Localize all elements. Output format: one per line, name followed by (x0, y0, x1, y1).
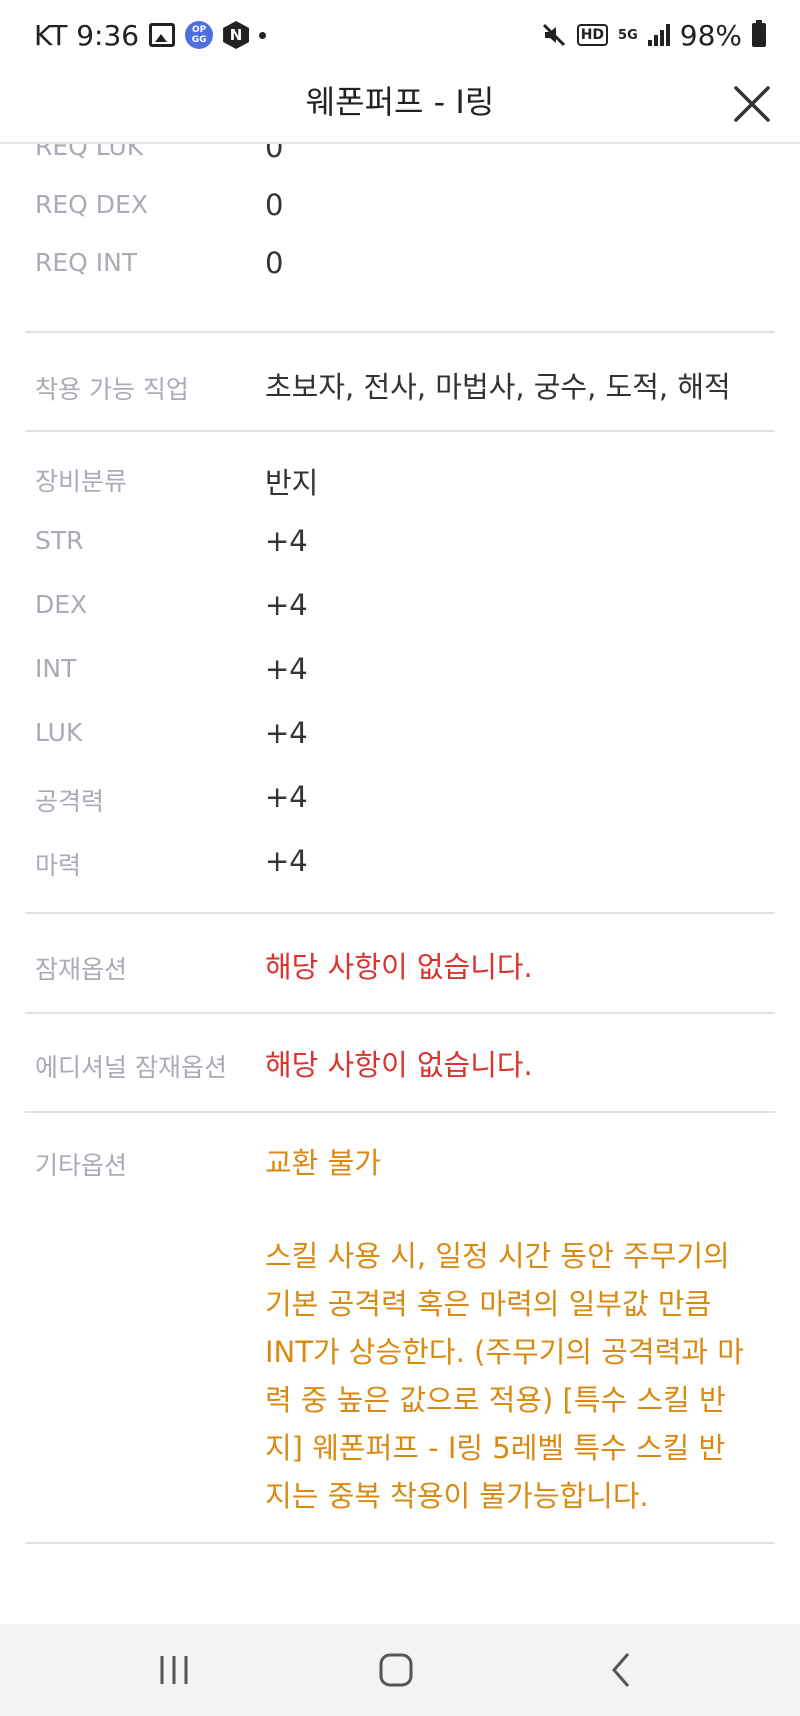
divider (25, 1012, 775, 1014)
back-icon (612, 1653, 630, 1687)
req-luk-value: 0 (265, 144, 284, 164)
divider (25, 1542, 775, 1544)
stat-attack-value: +4 (265, 780, 308, 814)
equip-category-value: 반지 (265, 466, 319, 500)
signal-icon (647, 24, 670, 46)
divider (25, 912, 775, 914)
stat-dex-value: +4 (265, 588, 308, 622)
stat-magic-value: +4 (265, 844, 308, 878)
stat-magic-label: 마력 (35, 851, 82, 880)
stat-dex-label: DEX (35, 590, 88, 619)
battery-icon (752, 20, 766, 47)
back-button[interactable] (592, 1646, 652, 1694)
naver-icon: N (223, 21, 250, 49)
page-title: 웨폰퍼프 - I링 (305, 83, 495, 121)
divider (25, 331, 775, 333)
stat-luk-value: +4 (265, 716, 308, 750)
stat-str-label: STR (35, 526, 84, 555)
req-int-label: REQ INT (35, 248, 138, 277)
stat-attack-label: 공격력 (35, 787, 105, 816)
potential-value: 해당 사항이 없습니다. (265, 950, 533, 984)
divider (25, 1111, 775, 1113)
req-dex-label: REQ DEX (35, 190, 148, 219)
home-button[interactable] (366, 1646, 426, 1694)
req-dex-value: 0 (265, 188, 284, 222)
req-int-value: 0 (265, 246, 284, 280)
item-description: 스킬 사용 시, 일정 시간 동안 주무기의 기본 공격력 혹은 마력의 일부값… (265, 1239, 744, 1513)
stat-luk-label: LUK (35, 718, 83, 747)
req-luk-label: REQ LUK (35, 144, 144, 161)
jobs-value: 초보자, 전사, 마법사, 궁수, 도적, 해적 (265, 370, 731, 404)
opgg-icon: OP GG (185, 21, 214, 49)
system-nav-bar (0, 1624, 800, 1716)
hd-voice-icon: HD (576, 24, 609, 46)
carrier-time: KT 9:36 (34, 18, 140, 52)
trade-restriction: 교환 불가 (265, 1146, 381, 1180)
stat-str-value: +4 (265, 524, 308, 558)
equip-category-label: 장비분류 (35, 467, 128, 496)
item-detail-content[interactable]: REQ LUK 0 REQ DEX 0 REQ INT 0 착용 가능 직업 초… (0, 144, 800, 1624)
additional-potential-label: 에디셔널 잠재옵션 (35, 1053, 227, 1082)
close-icon (734, 86, 770, 122)
recent-apps-button[interactable] (144, 1646, 204, 1694)
status-right: HD 5G 98% (541, 19, 766, 52)
divider (25, 430, 775, 432)
status-left: KT 9:36 OP GG N (34, 18, 267, 52)
status-bar: KT 9:36 OP GG N HD 5G 98% (0, 0, 800, 70)
stat-int-label: INT (35, 654, 77, 683)
additional-potential-value: 해당 사항이 없습니다. (265, 1048, 533, 1082)
network-5g-icon: 5G (618, 27, 638, 43)
home-icon (379, 1653, 413, 1687)
stat-int-value: +4 (265, 652, 308, 686)
close-button[interactable] (730, 82, 774, 126)
mute-icon (541, 22, 567, 48)
gallery-icon (149, 23, 176, 47)
jobs-label: 착용 가능 직업 (35, 375, 189, 404)
potential-label: 잠재옵션 (35, 955, 128, 984)
other-options-label: 기타옵션 (35, 1151, 128, 1180)
battery-percent: 98% (679, 18, 742, 52)
app-bar: 웨폰퍼프 - I링 (0, 70, 800, 144)
recent-apps-icon (160, 1656, 188, 1684)
more-notifications-icon (259, 31, 267, 39)
